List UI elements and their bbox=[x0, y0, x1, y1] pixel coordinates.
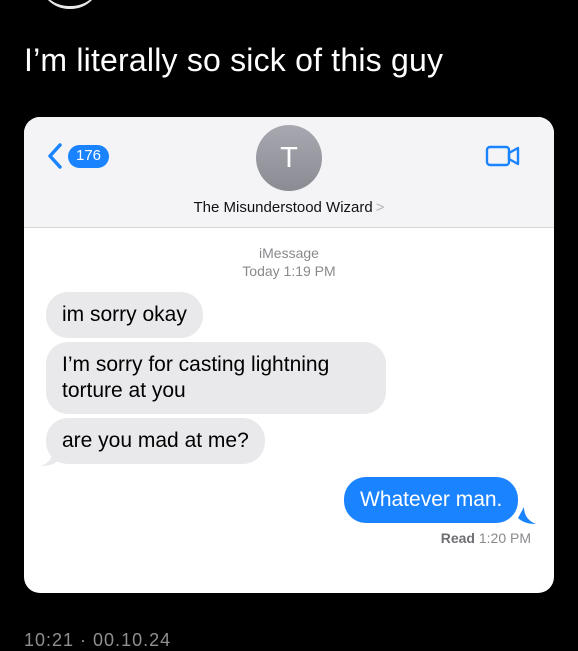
incoming-message: I’m sorry for casting lightning torture … bbox=[46, 342, 386, 414]
contact-avatar[interactable]: T bbox=[256, 125, 322, 191]
conversation-timestamp: Today 1:19 PM bbox=[242, 263, 336, 279]
contact-name: The Misunderstood Wizard bbox=[193, 199, 373, 216]
tweet-timestamp: 10:21 · 00.10.24 bbox=[24, 630, 172, 650]
avatar-initial: T bbox=[280, 141, 298, 174]
chevron-right-icon: > bbox=[375, 199, 385, 216]
incoming-message: are you mad at me? bbox=[46, 418, 265, 464]
video-camera-icon[interactable] bbox=[485, 143, 521, 169]
outgoing-message: Whatever man. bbox=[344, 477, 519, 523]
unread-count-badge: 176 bbox=[68, 144, 110, 168]
back-button[interactable]: 176 bbox=[46, 142, 110, 170]
service-label: iMessage bbox=[259, 245, 319, 261]
read-receipt: Read 1:20 PM bbox=[441, 530, 531, 546]
read-label: Read bbox=[440, 530, 475, 546]
incoming-bubble-tail bbox=[41, 449, 59, 466]
read-time: 1:20 PM bbox=[478, 530, 531, 546]
contact-name-row[interactable]: The Misunderstood Wizard > bbox=[24, 199, 554, 216]
screenshot-card: 176 T The Misunderstood Wizard > iMessage… bbox=[24, 117, 554, 593]
tweet-text: I’m literally so sick of this guy bbox=[24, 42, 444, 78]
incoming-message: im sorry okay bbox=[46, 292, 203, 338]
outgoing-bubble-tail bbox=[518, 507, 536, 524]
back-chevron-icon bbox=[48, 143, 62, 169]
conversation-header: 176 T The Misunderstood Wizard > bbox=[24, 117, 554, 228]
avatar-fragment bbox=[40, 0, 100, 9]
